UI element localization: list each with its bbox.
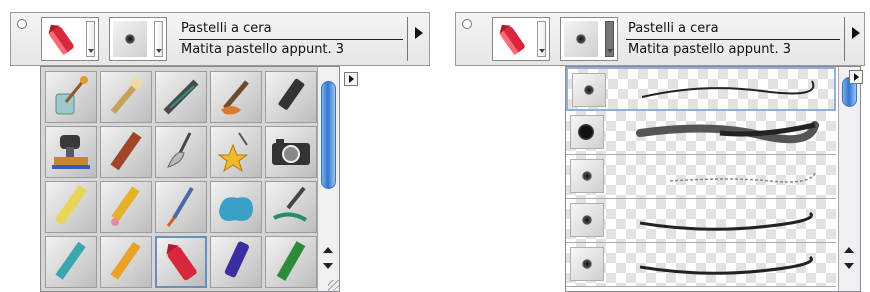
label-divider [626, 39, 840, 40]
scroll-up-arrow-icon[interactable] [323, 247, 333, 253]
tool-labels[interactable]: Pastelli a cera Matita pastello appunt. … [622, 17, 842, 61]
variant-row[interactable] [566, 67, 836, 111]
yellow-pencil-icon[interactable] [45, 181, 97, 233]
grid-scrollbar[interactable] [317, 67, 339, 291]
marker-icon[interactable] [265, 71, 317, 123]
paint-tube-brush-icon[interactable] [210, 71, 262, 123]
label-divider [179, 39, 403, 40]
star-sparkle-icon[interactable] [210, 126, 262, 178]
scroll-down-arrow-icon[interactable] [323, 263, 333, 269]
water-glass-brush-icon[interactable] [45, 71, 97, 123]
green-marker-icon[interactable] [265, 236, 317, 288]
tool-category-well[interactable] [492, 17, 550, 61]
variant-row[interactable] [566, 243, 836, 287]
chevron-down-icon[interactable] [86, 21, 95, 57]
tool-category-label: Pastelli a cera [628, 21, 719, 36]
chalk-icon[interactable] [100, 126, 152, 178]
soft-dot-icon [570, 247, 604, 281]
popup-menu-button[interactable] [849, 70, 863, 84]
tool-category-label: Pastelli a cera [181, 21, 272, 36]
red-crayon-icon [499, 24, 525, 56]
brush-tip-dot-icon [113, 21, 147, 57]
variant-row[interactable] [566, 155, 836, 199]
tool-category-well[interactable] [41, 17, 99, 61]
brush-tip-well[interactable] [560, 17, 618, 61]
soft-dot-icon [570, 203, 604, 237]
triangle-right-icon[interactable] [852, 27, 860, 39]
tool-labels[interactable]: Pastelli a cera Matita pastello appunt. … [175, 17, 405, 61]
scroll-down-arrow-icon[interactable] [844, 263, 854, 269]
triangle-right-icon[interactable] [415, 27, 423, 39]
colored-pencil-icon[interactable] [100, 181, 152, 233]
flat-brush-icon[interactable] [100, 71, 152, 123]
palette-knife-icon[interactable] [155, 126, 207, 178]
list-scrollbar[interactable] [838, 67, 860, 291]
brush-tip-well[interactable] [109, 17, 167, 61]
orange-pencil-icon[interactable] [100, 236, 152, 288]
tool-variant-label: Matita pastello appunt. 3 [628, 42, 792, 57]
separator [844, 17, 845, 61]
tool-variant-label: Matita pastello appunt. 3 [181, 42, 345, 57]
red-crayon-icon[interactable] [155, 236, 207, 288]
brush-selector-right: Pastelli a cera Matita pastello appunt. … [455, 12, 865, 292]
blue-cloud-blob-icon[interactable] [210, 181, 262, 233]
stamp-icon[interactable] [45, 126, 97, 178]
teal-pencil-icon[interactable] [45, 236, 97, 288]
variant-row[interactable] [566, 111, 836, 155]
resize-handle-icon[interactable] [328, 280, 340, 292]
soft-dot-icon [570, 159, 604, 193]
close-circle-button[interactable] [462, 19, 472, 29]
brush-category-grid-popup [40, 66, 340, 292]
ink-pen-icon[interactable] [265, 181, 317, 233]
separator [407, 17, 408, 61]
chevron-down-icon[interactable] [605, 21, 614, 57]
red-crayon-icon [48, 24, 74, 56]
camera-icon[interactable] [265, 126, 317, 178]
stroke-preview [641, 80, 815, 98]
purple-felt-pen-icon[interactable] [210, 236, 262, 288]
rough-blob-icon [570, 115, 604, 149]
chevron-down-icon[interactable] [154, 21, 163, 57]
stroke-preview [669, 172, 816, 183]
chevron-down-icon[interactable] [537, 21, 546, 57]
variant-row[interactable] [566, 199, 836, 243]
brush-tip-dot-icon [564, 21, 598, 57]
fine-brush-icon[interactable] [155, 181, 207, 233]
soft-dot-icon [572, 73, 606, 107]
stroke-preview [639, 255, 813, 275]
stroke-preview [636, 121, 819, 144]
scroll-thumb[interactable] [321, 81, 336, 189]
scroll-up-arrow-icon[interactable] [844, 247, 854, 253]
stroke-preview [639, 211, 813, 231]
close-circle-button[interactable] [17, 19, 27, 29]
brush-selector-left: Pastelli a cera Matita pastello appunt. … [10, 12, 430, 292]
property-bar: Pastelli a cera Matita pastello appunt. … [455, 12, 865, 66]
airbrush-icon[interactable] [155, 71, 207, 123]
property-bar: Pastelli a cera Matita pastello appunt. … [10, 12, 430, 66]
brush-variant-list-popup [565, 66, 861, 292]
popup-menu-button[interactable] [344, 72, 358, 86]
